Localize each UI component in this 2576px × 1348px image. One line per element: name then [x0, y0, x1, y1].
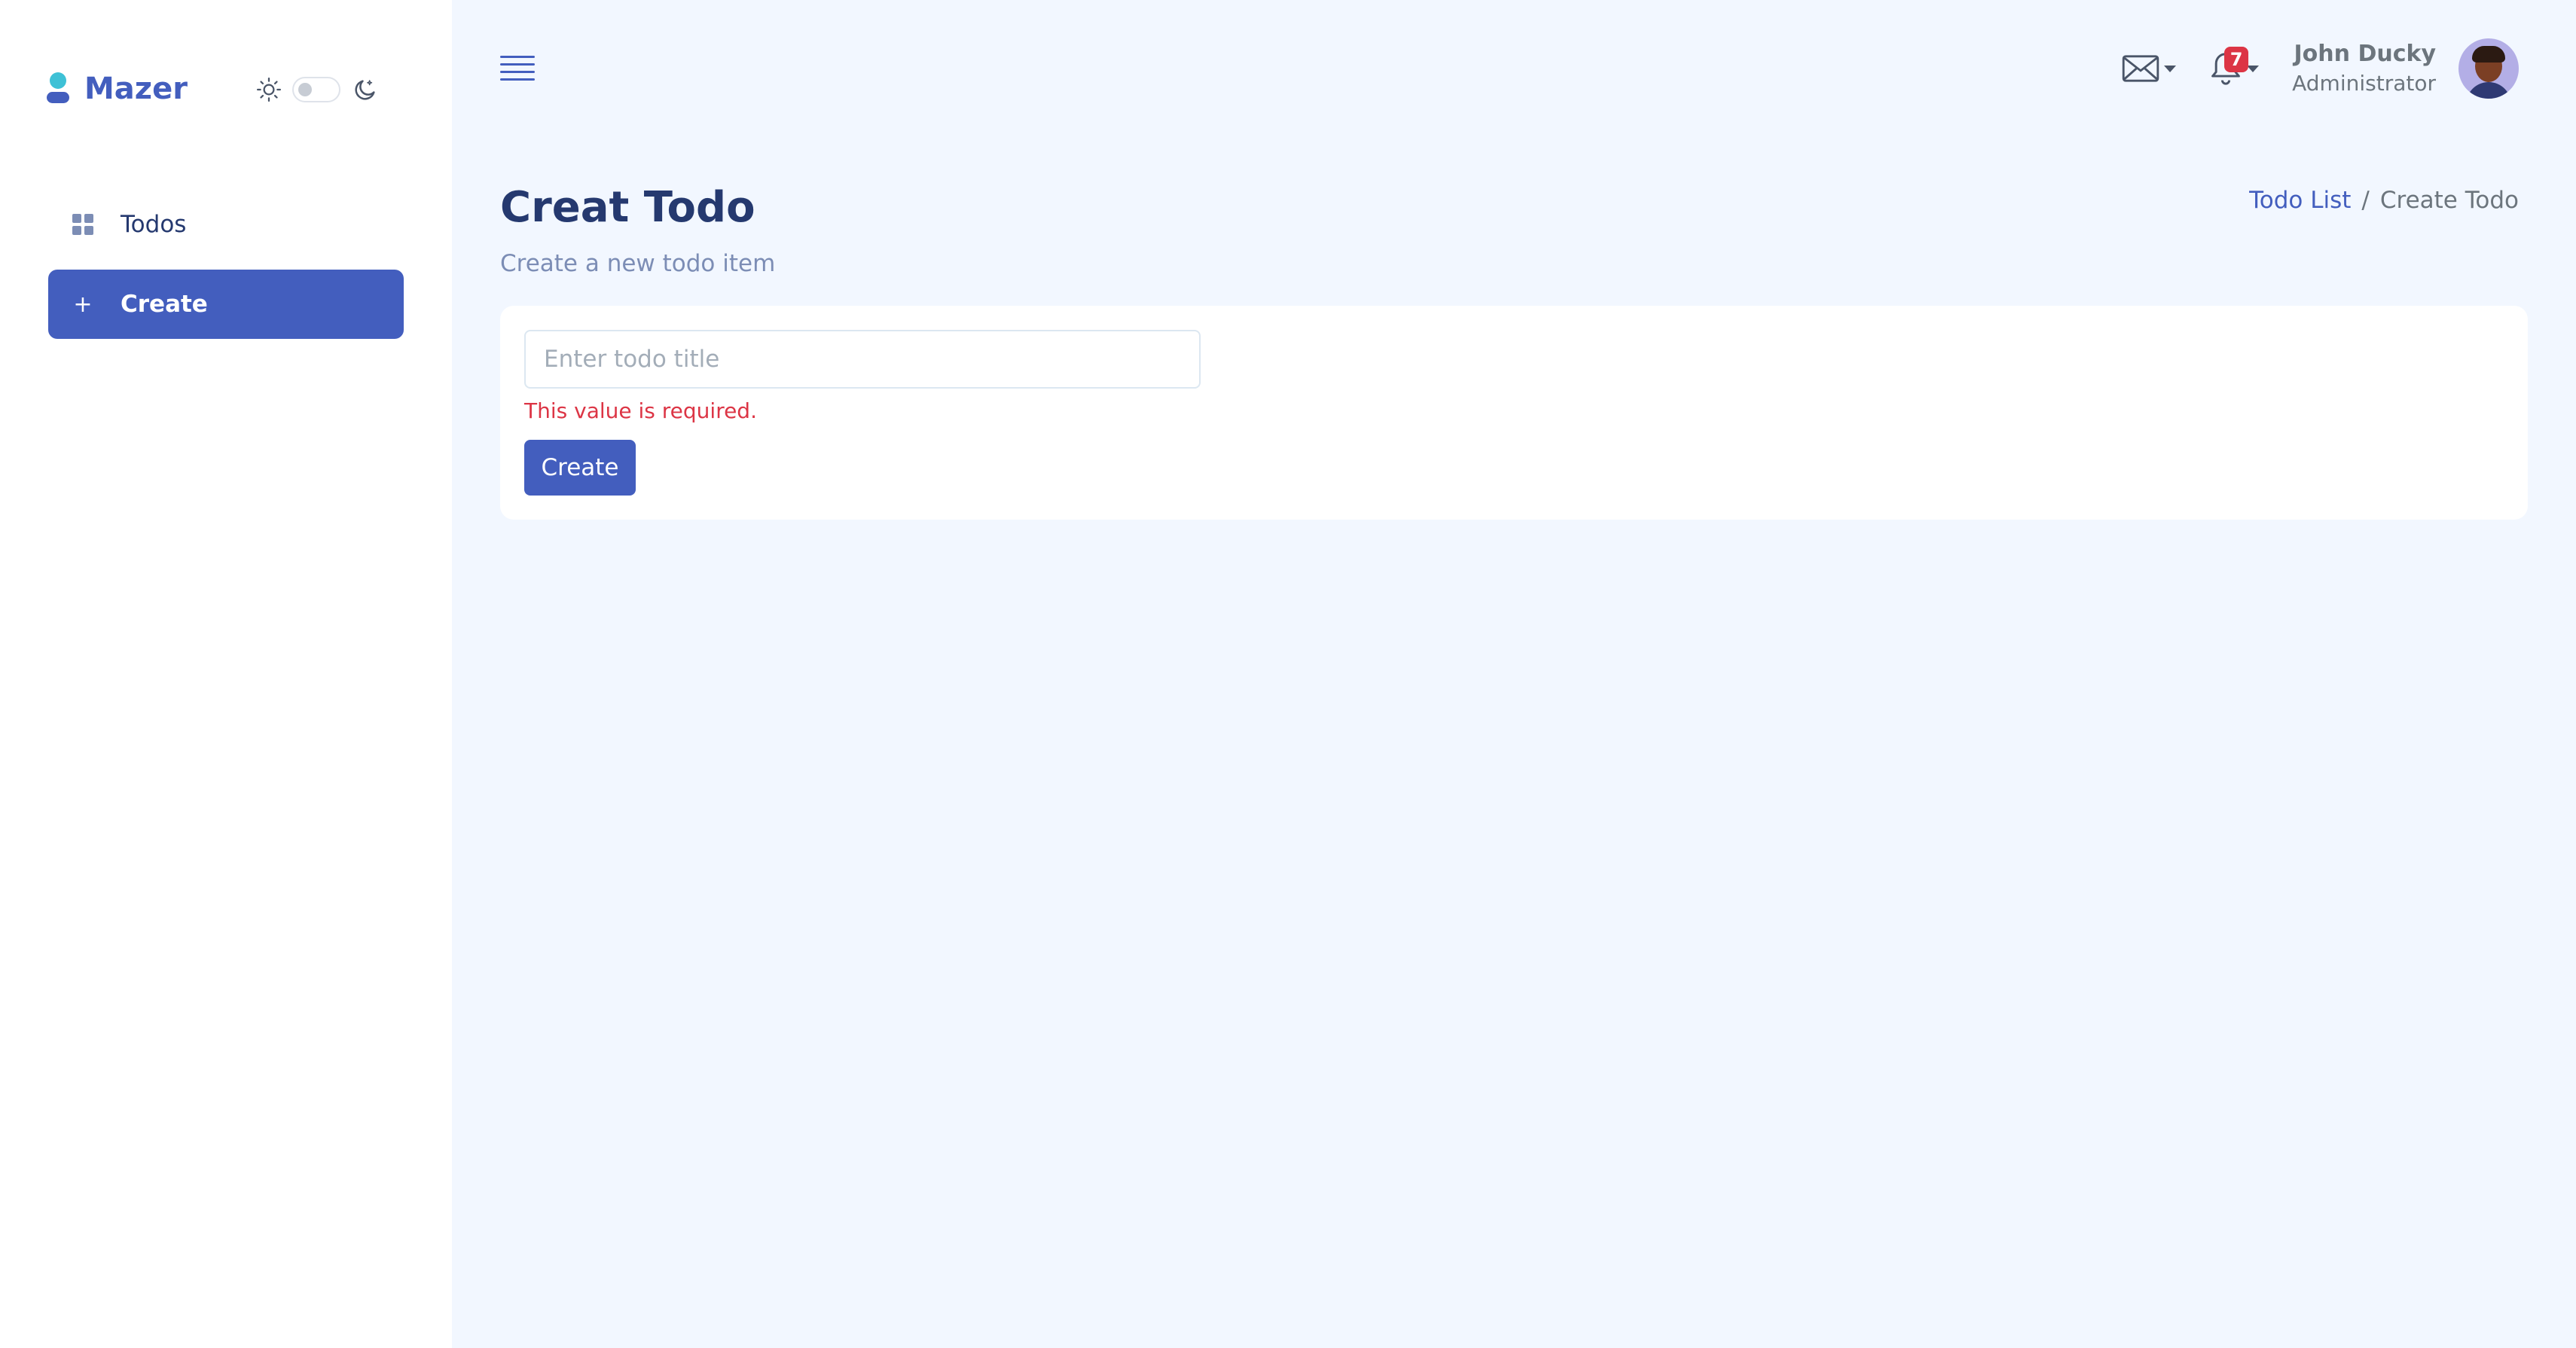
create-todo-card: This value is required. Create	[500, 306, 2528, 520]
hamburger-icon[interactable]	[500, 56, 535, 86]
notifications-dropdown[interactable]: 7	[2209, 47, 2260, 87]
sidebar-nav: Todos + Create	[48, 190, 404, 349]
moon-icon	[355, 80, 375, 100]
validation-error: This value is required.	[524, 398, 757, 423]
sidebar-item-create[interactable]: + Create	[48, 270, 404, 339]
theme-switch-knob	[298, 83, 312, 96]
page-subtitle: Create a new todo item	[500, 250, 776, 277]
sidebar-item-label: Create	[121, 291, 208, 318]
chevron-down-icon	[2164, 65, 2177, 72]
sun-icon	[256, 77, 282, 102]
breadcrumb: Todo List / Create Todo	[2249, 185, 2519, 215]
sidebar: Mazer Todos + Create	[0, 0, 452, 1348]
header-actions: 7 John Ducky Administrator	[2122, 35, 2519, 102]
todo-title-input[interactable]	[524, 330, 1201, 389]
create-button[interactable]: Create	[524, 440, 636, 496]
breadcrumb-separator: /	[2361, 187, 2370, 214]
notification-badge: 7	[2224, 47, 2249, 72]
grid-icon	[71, 214, 95, 235]
brand-logo-icon	[47, 72, 69, 105]
avatar[interactable]	[2458, 38, 2519, 99]
envelope-icon	[2122, 55, 2159, 82]
sidebar-item-label: Todos	[121, 211, 187, 238]
page-title: Creat Todo	[500, 183, 755, 232]
theme-toggle	[256, 69, 378, 110]
sidebar-item-todos[interactable]: Todos	[48, 190, 404, 259]
breadcrumb-link-todo-list[interactable]: Todo List	[2249, 185, 2351, 215]
theme-switch[interactable]	[292, 77, 340, 102]
chevron-down-icon	[2247, 65, 2260, 72]
user-name: John Ducky	[2294, 41, 2436, 67]
brand-logo-link[interactable]: Mazer	[47, 66, 188, 111]
breadcrumb-current: Create Todo	[2379, 187, 2519, 214]
user-menu[interactable]: John Ducky Administrator	[2292, 39, 2436, 98]
brand-name: Mazer	[84, 72, 188, 106]
user-role: Administrator	[2292, 71, 2436, 96]
plus-icon: +	[73, 291, 93, 318]
mail-dropdown[interactable]	[2122, 54, 2177, 83]
